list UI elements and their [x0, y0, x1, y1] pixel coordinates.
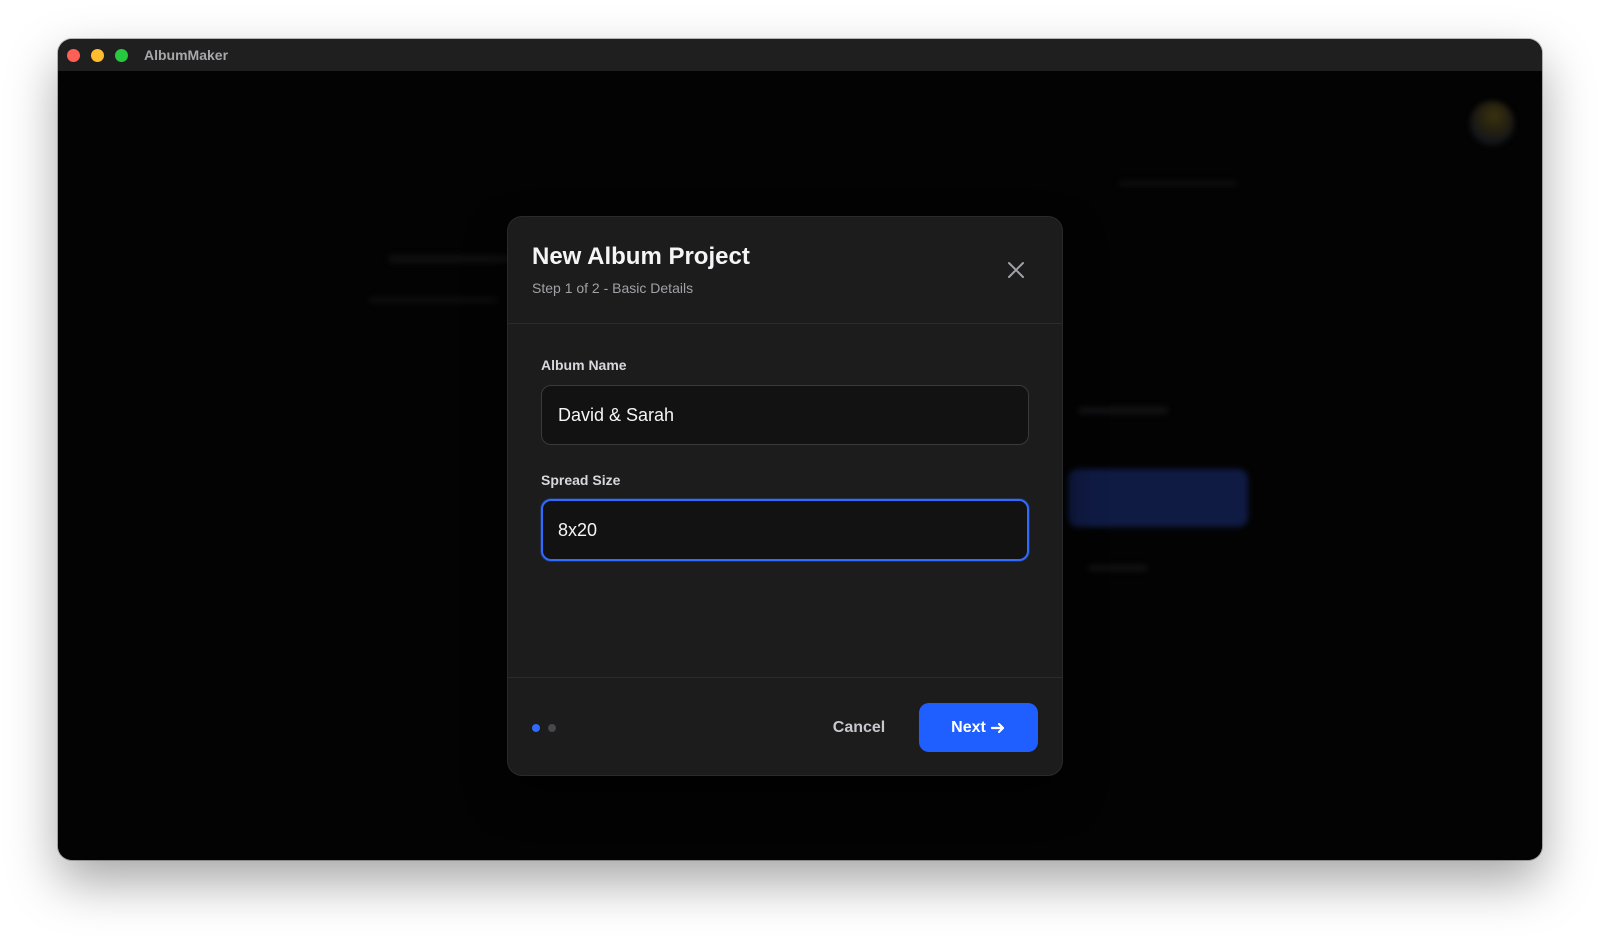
- next-button[interactable]: Next: [919, 703, 1038, 752]
- background-heading: [396, 215, 403, 246]
- dialog-subtitle: Step 1 of 2 - Basic Details: [532, 280, 694, 296]
- background-placeholder: [1118, 181, 1238, 186]
- step-indicator-active: [532, 724, 540, 732]
- title-bar: AlbumMaker: [58, 39, 1542, 71]
- background-avatar: [1470, 101, 1514, 145]
- close-icon: [1008, 262, 1024, 278]
- next-button-label: Next: [951, 718, 986, 736]
- album-name-input[interactable]: [541, 385, 1029, 445]
- spread-size-label: Spread Size: [541, 472, 621, 488]
- main-content: New Album Project Step 1 of 2 - Basic De…: [58, 71, 1542, 860]
- dialog-body: Album Name Spread Size: [508, 324, 1062, 677]
- cancel-button[interactable]: Cancel: [814, 708, 904, 748]
- arrow-right-icon: [990, 722, 1004, 733]
- app-title: AlbumMaker: [144, 47, 229, 63]
- background-placeholder: [1088, 565, 1148, 571]
- dialog-title: New Album Project: [532, 243, 750, 270]
- close-window-button[interactable]: [67, 48, 80, 62]
- album-name-label: Album Name: [541, 357, 627, 373]
- dialog-footer: Cancel Next: [508, 677, 1062, 775]
- dialog-header: New Album Project Step 1 of 2 - Basic De…: [508, 217, 1062, 324]
- zoom-window-button[interactable]: [115, 48, 128, 62]
- minimize-window-button[interactable]: [91, 48, 104, 62]
- step-indicator-inactive: [548, 724, 556, 732]
- background-placeholder: [1078, 407, 1168, 414]
- new-album-dialog: New Album Project Step 1 of 2 - Basic De…: [508, 217, 1062, 775]
- close-dialog-button[interactable]: [1004, 258, 1028, 282]
- spread-size-input[interactable]: [541, 499, 1029, 561]
- app-window: AlbumMaker New Album Project Step 1 of 2…: [58, 39, 1542, 860]
- background-button: [1068, 469, 1248, 527]
- background-placeholder: [368, 297, 498, 303]
